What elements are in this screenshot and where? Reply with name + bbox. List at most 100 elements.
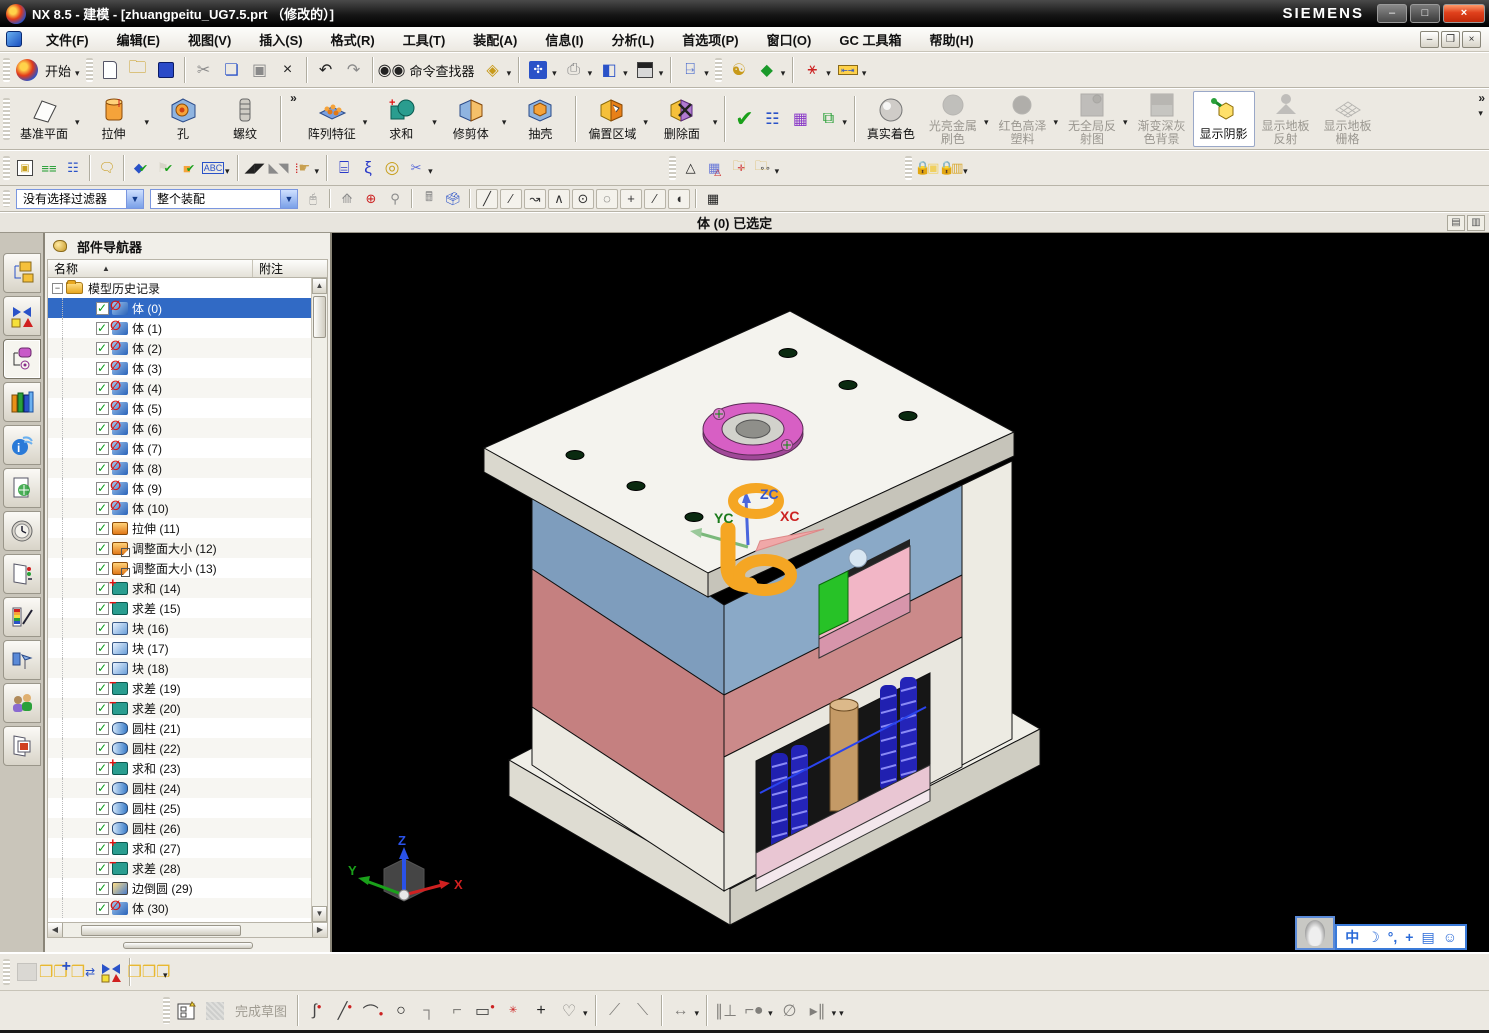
snap-existing-point-icon[interactable]: + <box>620 188 642 209</box>
visibility-checkbox[interactable] <box>96 821 109 835</box>
part-in-window-icon[interactable]: ◈ <box>480 57 506 83</box>
snap-point-icon[interactable]: ⚲ <box>384 188 406 210</box>
sketch-in-task-icon[interactable] <box>174 998 200 1024</box>
optimize-face-icon[interactable]: ■ ✔ <box>178 157 200 179</box>
tree-row[interactable]: 体 (9) <box>48 478 311 498</box>
redo-icon[interactable]: ↷ <box>341 57 367 83</box>
snap-midpoint-icon[interactable]: ∕ <box>500 188 522 209</box>
visibility-checkbox[interactable] <box>96 501 109 515</box>
ime-button[interactable]: + <box>1405 929 1413 945</box>
tree-row[interactable]: 体 (2) <box>48 338 311 358</box>
visibility-checkbox[interactable] <box>96 461 109 475</box>
start-swoosh-icon[interactable] <box>14 57 40 83</box>
visibility-checkbox[interactable] <box>96 341 109 355</box>
visibility-checkbox[interactable] <box>96 441 109 455</box>
visibility-checkbox[interactable] <box>96 401 109 415</box>
interior-selection-icon[interactable]: ⟰ <box>336 188 358 210</box>
groups-tab[interactable] <box>2 683 41 723</box>
menu-item[interactable]: 帮助(H) <box>915 28 987 51</box>
view-cube-icon[interactable]: ◧ <box>596 57 622 83</box>
coil-spring-icon[interactable]: ⌸ <box>333 157 355 179</box>
extension-spring-icon[interactable]: ξ <box>357 157 379 179</box>
child-minimize-button[interactable]: – <box>1420 31 1439 48</box>
visibility-checkbox[interactable] <box>96 561 109 575</box>
red-plastic-style-button[interactable]: 红色高泽 塑料 <box>991 91 1053 147</box>
constraint-point-icon[interactable]: ⌐● <box>741 998 767 1024</box>
binoculars-icon[interactable]: ◉◉ <box>378 57 406 83</box>
no-constraint-icon[interactable]: ∅ <box>777 998 803 1024</box>
visibility-checkbox[interactable] <box>96 861 109 875</box>
tree-row[interactable]: 求差 (19) <box>48 675 311 698</box>
visibility-checkbox[interactable] <box>96 661 109 675</box>
table-tolerance-icon[interactable]: ▦ △ <box>704 157 726 179</box>
verify-check-icon[interactable]: ✔ <box>731 106 757 132</box>
ime-button[interactable]: ▤ <box>1421 929 1434 946</box>
offset-curve-icon[interactable]: ♡ <box>556 998 582 1024</box>
parallel-constraint-icon[interactable]: ∥⊥ <box>713 998 739 1024</box>
visibility-checkbox[interactable] <box>96 741 109 755</box>
tree-row[interactable]: 圆柱 (26) <box>48 818 311 838</box>
quick-extend-icon[interactable]: ⟍ <box>630 998 656 1024</box>
tree-row[interactable]: 体 (4) <box>48 378 311 398</box>
line-icon[interactable]: ╱ ● <box>332 998 358 1024</box>
unite-button[interactable]: + 求和 <box>370 91 432 147</box>
menu-item[interactable]: GC 工具箱 <box>825 28 915 51</box>
tree-row[interactable]: 圆柱 (21) <box>48 718 311 738</box>
role-palette-icon[interactable]: ☯ <box>726 57 752 83</box>
visibility-checkbox[interactable] <box>96 801 109 815</box>
rapid-dimension-icon[interactable]: ↔ <box>668 998 694 1024</box>
folder-points-icon[interactable]: 🗀 ✛ <box>728 157 750 179</box>
dialog-rail-icon[interactable]: ▤ <box>1447 214 1465 231</box>
visibility-checkbox[interactable] <box>96 721 109 735</box>
column-note[interactable]: 附注 <box>253 260 327 277</box>
snap-arc-center-icon[interactable]: ⊙ <box>572 188 594 209</box>
menu-item[interactable]: 编辑(E) <box>103 28 174 51</box>
panel-resize-handle[interactable] <box>45 938 330 952</box>
tree-row[interactable]: 求差 (20) <box>48 695 311 718</box>
show-floor-reflection-button[interactable]: 显示地板 反射 <box>1255 91 1317 147</box>
find-component-icon[interactable] <box>14 959 40 985</box>
ime-logo-icon[interactable] <box>1295 916 1336 950</box>
child-restore-button[interactable]: ❐ <box>1441 31 1460 48</box>
draft-analysis-icon[interactable]: ◢◤ <box>244 157 266 179</box>
menu-item[interactable]: 窗口(O) <box>753 28 826 51</box>
tree-row[interactable]: 圆柱 (22) <box>48 738 311 758</box>
roles-tab[interactable] <box>2 640 41 680</box>
no-global-reflection-button[interactable]: 无全局反 射图 <box>1061 91 1123 147</box>
visibility-checkbox[interactable] <box>96 581 109 595</box>
tree-horizontal-scrollbar[interactable]: ◀ ▶ <box>47 923 328 938</box>
visibility-checkbox[interactable] <box>96 361 109 375</box>
section-view-icon[interactable]: ⧉ <box>815 106 841 132</box>
rectangle-icon[interactable]: ▭ ● <box>472 998 498 1024</box>
parts-list-icon[interactable]: ☷ <box>759 106 785 132</box>
new-file-icon[interactable] <box>97 57 123 83</box>
visibility-checkbox[interactable] <box>96 541 109 555</box>
visibility-checkbox[interactable] <box>96 621 109 635</box>
undo-icon[interactable]: ↶ <box>313 57 339 83</box>
triangle-mesh-icon[interactable]: △ <box>680 157 702 179</box>
delete-face-button[interactable]: 删除面 <box>651 91 713 147</box>
cut-icon[interactable]: ✂ <box>191 57 217 83</box>
magnet-icon[interactable]: 🖩 <box>418 188 440 210</box>
finish-sketch-label[interactable]: 完成草图 <box>235 1001 287 1020</box>
datum-plane-button[interactable]: 基准平面 <box>13 91 75 147</box>
visibility-checkbox[interactable] <box>96 881 109 895</box>
visibility-checkbox[interactable] <box>96 521 109 535</box>
ime-button[interactable]: ☽ <box>1367 929 1380 946</box>
overflow-chevron[interactable]: » <box>290 91 297 105</box>
tree-row[interactable]: 调整面大小 (12) <box>48 538 311 558</box>
menu-item[interactable]: 首选项(P) <box>668 28 752 51</box>
show-shadows-button[interactable]: 显示阴影 <box>1192 91 1255 147</box>
ime-toolbar[interactable]: 中 ☽ °, + ▤ ☺ <box>1295 916 1467 950</box>
graphics-viewport[interactable]: ZC YC XC Z Y X 中 ☽ °, + ▤ ☺ <box>332 233 1489 952</box>
menu-item[interactable]: 插入(S) <box>245 28 316 51</box>
hd3d-tool-tab[interactable] <box>2 468 41 508</box>
visibility-checkbox[interactable] <box>96 681 109 695</box>
tree-row[interactable]: 体 (0) <box>48 298 311 318</box>
tree-row[interactable]: 块 (17) <box>48 638 311 658</box>
tree-root-row[interactable]: − 模型历史记录 <box>48 278 311 298</box>
start-menu-label[interactable]: 开始 <box>45 61 71 80</box>
point-icon[interactable]: + <box>528 998 554 1024</box>
tree-row[interactable]: 体 (7) <box>48 438 311 458</box>
examine-geometry-icon[interactable]: ◆ ✔ <box>130 157 152 179</box>
